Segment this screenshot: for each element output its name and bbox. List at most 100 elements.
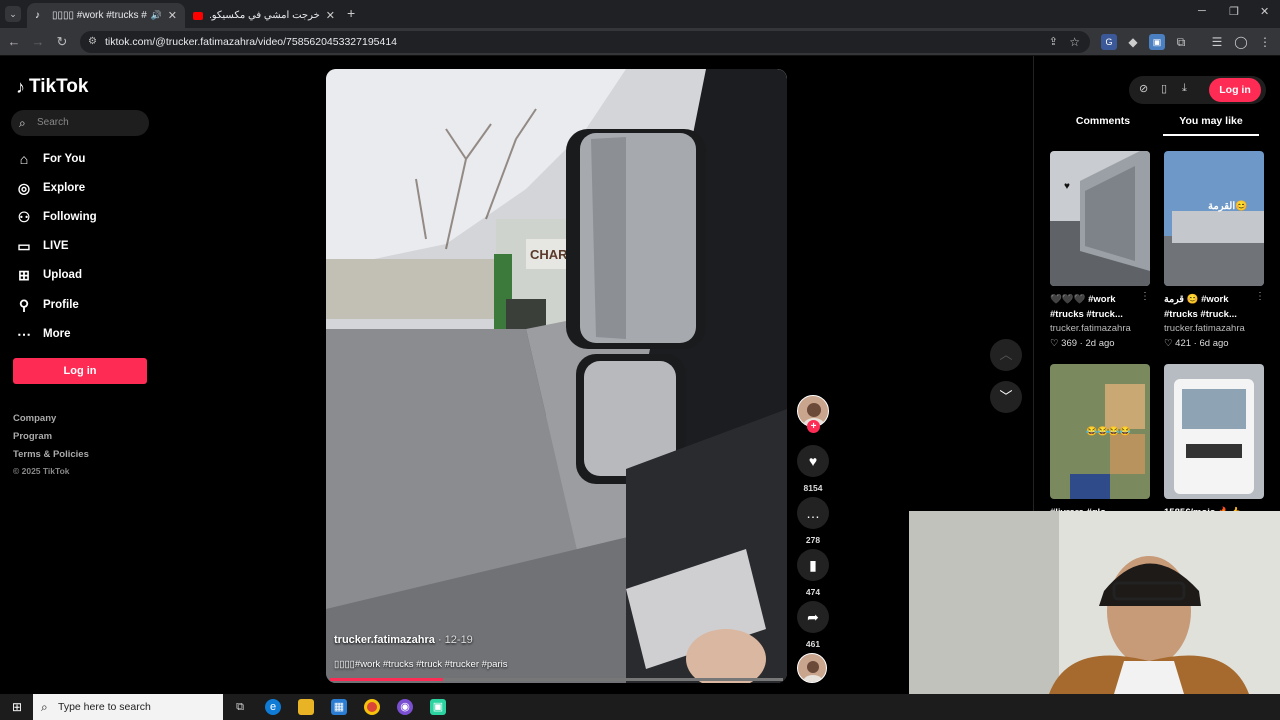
- card-more-icon[interactable]: ⋮: [1140, 291, 1150, 302]
- site-info-icon[interactable]: ⚙: [88, 31, 97, 53]
- back-icon[interactable]: ←: [6, 34, 22, 50]
- video-progress-fill: [330, 678, 444, 681]
- store-icon[interactable]: ▦: [331, 699, 347, 715]
- nav-label: More: [43, 328, 71, 340]
- close-tab-icon[interactable]: ✕: [326, 9, 335, 22]
- video-card[interactable]: القرمة😊 قرمة 😊 #work #trucks #truck... t…: [1164, 151, 1264, 349]
- browser-tab-youtube[interactable]: خرجت أمشي في مكسيكو... وتعرّ ✕: [185, 3, 343, 28]
- card-age: 2d ago: [1085, 338, 1115, 349]
- close-window-icon[interactable]: ✕: [1260, 5, 1269, 18]
- nav-item-explore[interactable]: ◎ Explore: [16, 179, 85, 197]
- translate-extension-icon[interactable]: G: [1101, 34, 1117, 50]
- card-username[interactable]: trucker.fatimazahra: [1050, 323, 1150, 334]
- video-player[interactable]: CHARBO trucker.fatimazahra · 12-19 ▯▯▯▯#…: [326, 69, 787, 683]
- login-button[interactable]: Log in: [1209, 78, 1261, 102]
- share-count: 461: [805, 639, 821, 649]
- card-overlay-text: القرمة😊: [1208, 200, 1248, 212]
- browser-tab-bar: ⌄ ♪ ▯▯▯▯ #work #trucks #truck 🔊 ✕ خرجت أ…: [0, 0, 1280, 28]
- comment-button[interactable]: … 278: [797, 497, 829, 545]
- video-thumbnail[interactable]: 😂😂😂😂: [1050, 364, 1150, 499]
- tiktok-note-icon: ♪: [16, 76, 25, 97]
- url-field[interactable]: ⚙ tiktok.com/@trucker.fatimazahra/video/…: [80, 31, 1090, 53]
- video-username[interactable]: trucker.fatimazahra: [334, 634, 435, 646]
- extension-screen-icon[interactable]: ▣: [1149, 34, 1165, 50]
- restore-icon[interactable]: ❐: [1229, 5, 1239, 18]
- coins-icon[interactable]: ⊘: [1139, 82, 1148, 95]
- comment-icon: …: [797, 497, 829, 529]
- tiktok-favicon-icon: ♪: [35, 9, 40, 21]
- extensions-puzzle-icon[interactable]: ⧉: [1173, 34, 1189, 50]
- like-button[interactable]: ♥ 8154: [797, 445, 829, 493]
- profile-avatar-icon[interactable]: ◯: [1233, 34, 1249, 50]
- nav-label: Explore: [43, 182, 86, 194]
- author-avatar-button[interactable]: +: [797, 395, 829, 433]
- follow-plus-icon[interactable]: +: [807, 420, 820, 433]
- minimize-icon[interactable]: ─: [1198, 5, 1206, 17]
- footer-link-program[interactable]: Program: [13, 431, 52, 442]
- edge-browser-icon[interactable]: e: [265, 699, 281, 715]
- card-more-icon[interactable]: ⋮: [1255, 291, 1265, 302]
- nav-item-more[interactable]: ⋯ More: [16, 325, 70, 343]
- extension-diamond-icon[interactable]: ◆: [1125, 34, 1141, 50]
- phone-icon[interactable]: ▯: [1161, 82, 1167, 95]
- nav-item-upload[interactable]: ⊞ Upload: [16, 266, 82, 284]
- footer-link-company[interactable]: Company: [13, 413, 56, 424]
- taskbar-search-input[interactable]: ⌕ Type here to search: [33, 694, 223, 720]
- video-thumbnail[interactable]: ♥: [1050, 151, 1150, 286]
- save-count: 474: [805, 587, 821, 597]
- video-card[interactable]: 1585€/mois 🔥👍: [1164, 364, 1264, 535]
- nav-item-following[interactable]: ⚇ Following: [16, 208, 97, 226]
- tab-comments[interactable]: Comments: [1050, 115, 1156, 127]
- card-title: 🖤🖤🖤 #work #trucks #truck...: [1050, 294, 1123, 320]
- nav-item-profile[interactable]: ⚲ Profile: [16, 296, 79, 314]
- video-caption[interactable]: ▯▯▯▯#work #trucks #truck #trucker #paris: [334, 659, 508, 670]
- browser-tab-tiktok[interactable]: ♪ ▯▯▯▯ #work #trucks #truck 🔊 ✕: [27, 3, 185, 28]
- save-button[interactable]: ▮ 474: [797, 549, 829, 597]
- comment-count: 278: [805, 535, 821, 545]
- video-author[interactable]: trucker.fatimazahra · 12-19: [334, 634, 473, 646]
- nav-item-live[interactable]: ▭ LIVE: [16, 237, 68, 255]
- card-username[interactable]: trucker.fatimazahra: [1164, 323, 1264, 334]
- download-icon[interactable]: ⤓: [1182, 82, 1187, 95]
- video-card[interactable]: 😂😂😂😂 #livrere #glo...: [1050, 364, 1150, 535]
- reload-icon[interactable]: ↻: [54, 34, 70, 50]
- live-icon: ▭: [17, 237, 31, 254]
- taskbar-search-placeholder: Type here to search: [58, 701, 151, 713]
- sound-avatar-button[interactable]: [797, 653, 829, 683]
- video-card[interactable]: ♥ 🖤🖤🖤 #work #trucks #truck... trucker.fa…: [1050, 151, 1150, 349]
- share-button[interactable]: ➦ 461: [797, 601, 829, 649]
- tiktok-logo[interactable]: ♪ TikTok: [16, 76, 88, 98]
- tab-you-may-like[interactable]: You may like: [1158, 115, 1264, 127]
- active-tab-indicator: [1163, 134, 1259, 136]
- card-likes: 421: [1175, 338, 1192, 349]
- search-input[interactable]: ⌕ Search: [11, 110, 149, 136]
- speaker-icon[interactable]: 🔊: [151, 10, 162, 21]
- login-button[interactable]: Log in: [13, 358, 147, 384]
- bookmark-star-icon[interactable]: ☆: [1069, 31, 1080, 53]
- heart-icon: ♥: [797, 445, 829, 477]
- install-app-icon[interactable]: ⇪: [1049, 31, 1058, 53]
- windows-start-icon[interactable]: ⊞: [9, 699, 25, 715]
- video-thumbnail[interactable]: القرمة😊: [1164, 151, 1264, 286]
- reading-list-icon[interactable]: ☰: [1209, 34, 1225, 50]
- new-tab-icon[interactable]: +: [347, 5, 355, 21]
- previous-video-chevron-up-icon[interactable]: ︿: [990, 339, 1022, 371]
- nav-item-for-you[interactable]: ⌂ For You: [16, 150, 86, 168]
- next-video-chevron-down-icon[interactable]: ﹀: [990, 381, 1022, 413]
- windows-taskbar: ⊞ ⌕ Type here to search ⧉ e ▦ ◉ ▣: [0, 694, 1280, 720]
- video-thumbnail[interactable]: [1164, 364, 1264, 499]
- file-explorer-icon[interactable]: [298, 699, 314, 715]
- task-view-icon[interactable]: ⧉: [232, 699, 248, 715]
- footer-link-terms[interactable]: Terms & Policies: [13, 449, 89, 460]
- close-tab-icon[interactable]: ✕: [168, 9, 177, 22]
- obs-icon[interactable]: ◉: [397, 699, 413, 715]
- more-icon: ⋯: [17, 325, 31, 342]
- chrome-icon[interactable]: [364, 699, 380, 715]
- forward-icon[interactable]: →: [30, 34, 46, 50]
- browser-menu-icon[interactable]: ⋮: [1257, 34, 1273, 50]
- tab-list-chevron-icon[interactable]: ⌄: [5, 6, 21, 22]
- profile-icon: ⚲: [18, 296, 30, 313]
- search-icon: ⌕: [19, 116, 26, 130]
- app-icon[interactable]: ▣: [430, 699, 446, 715]
- video-progress-bar[interactable]: [330, 678, 783, 681]
